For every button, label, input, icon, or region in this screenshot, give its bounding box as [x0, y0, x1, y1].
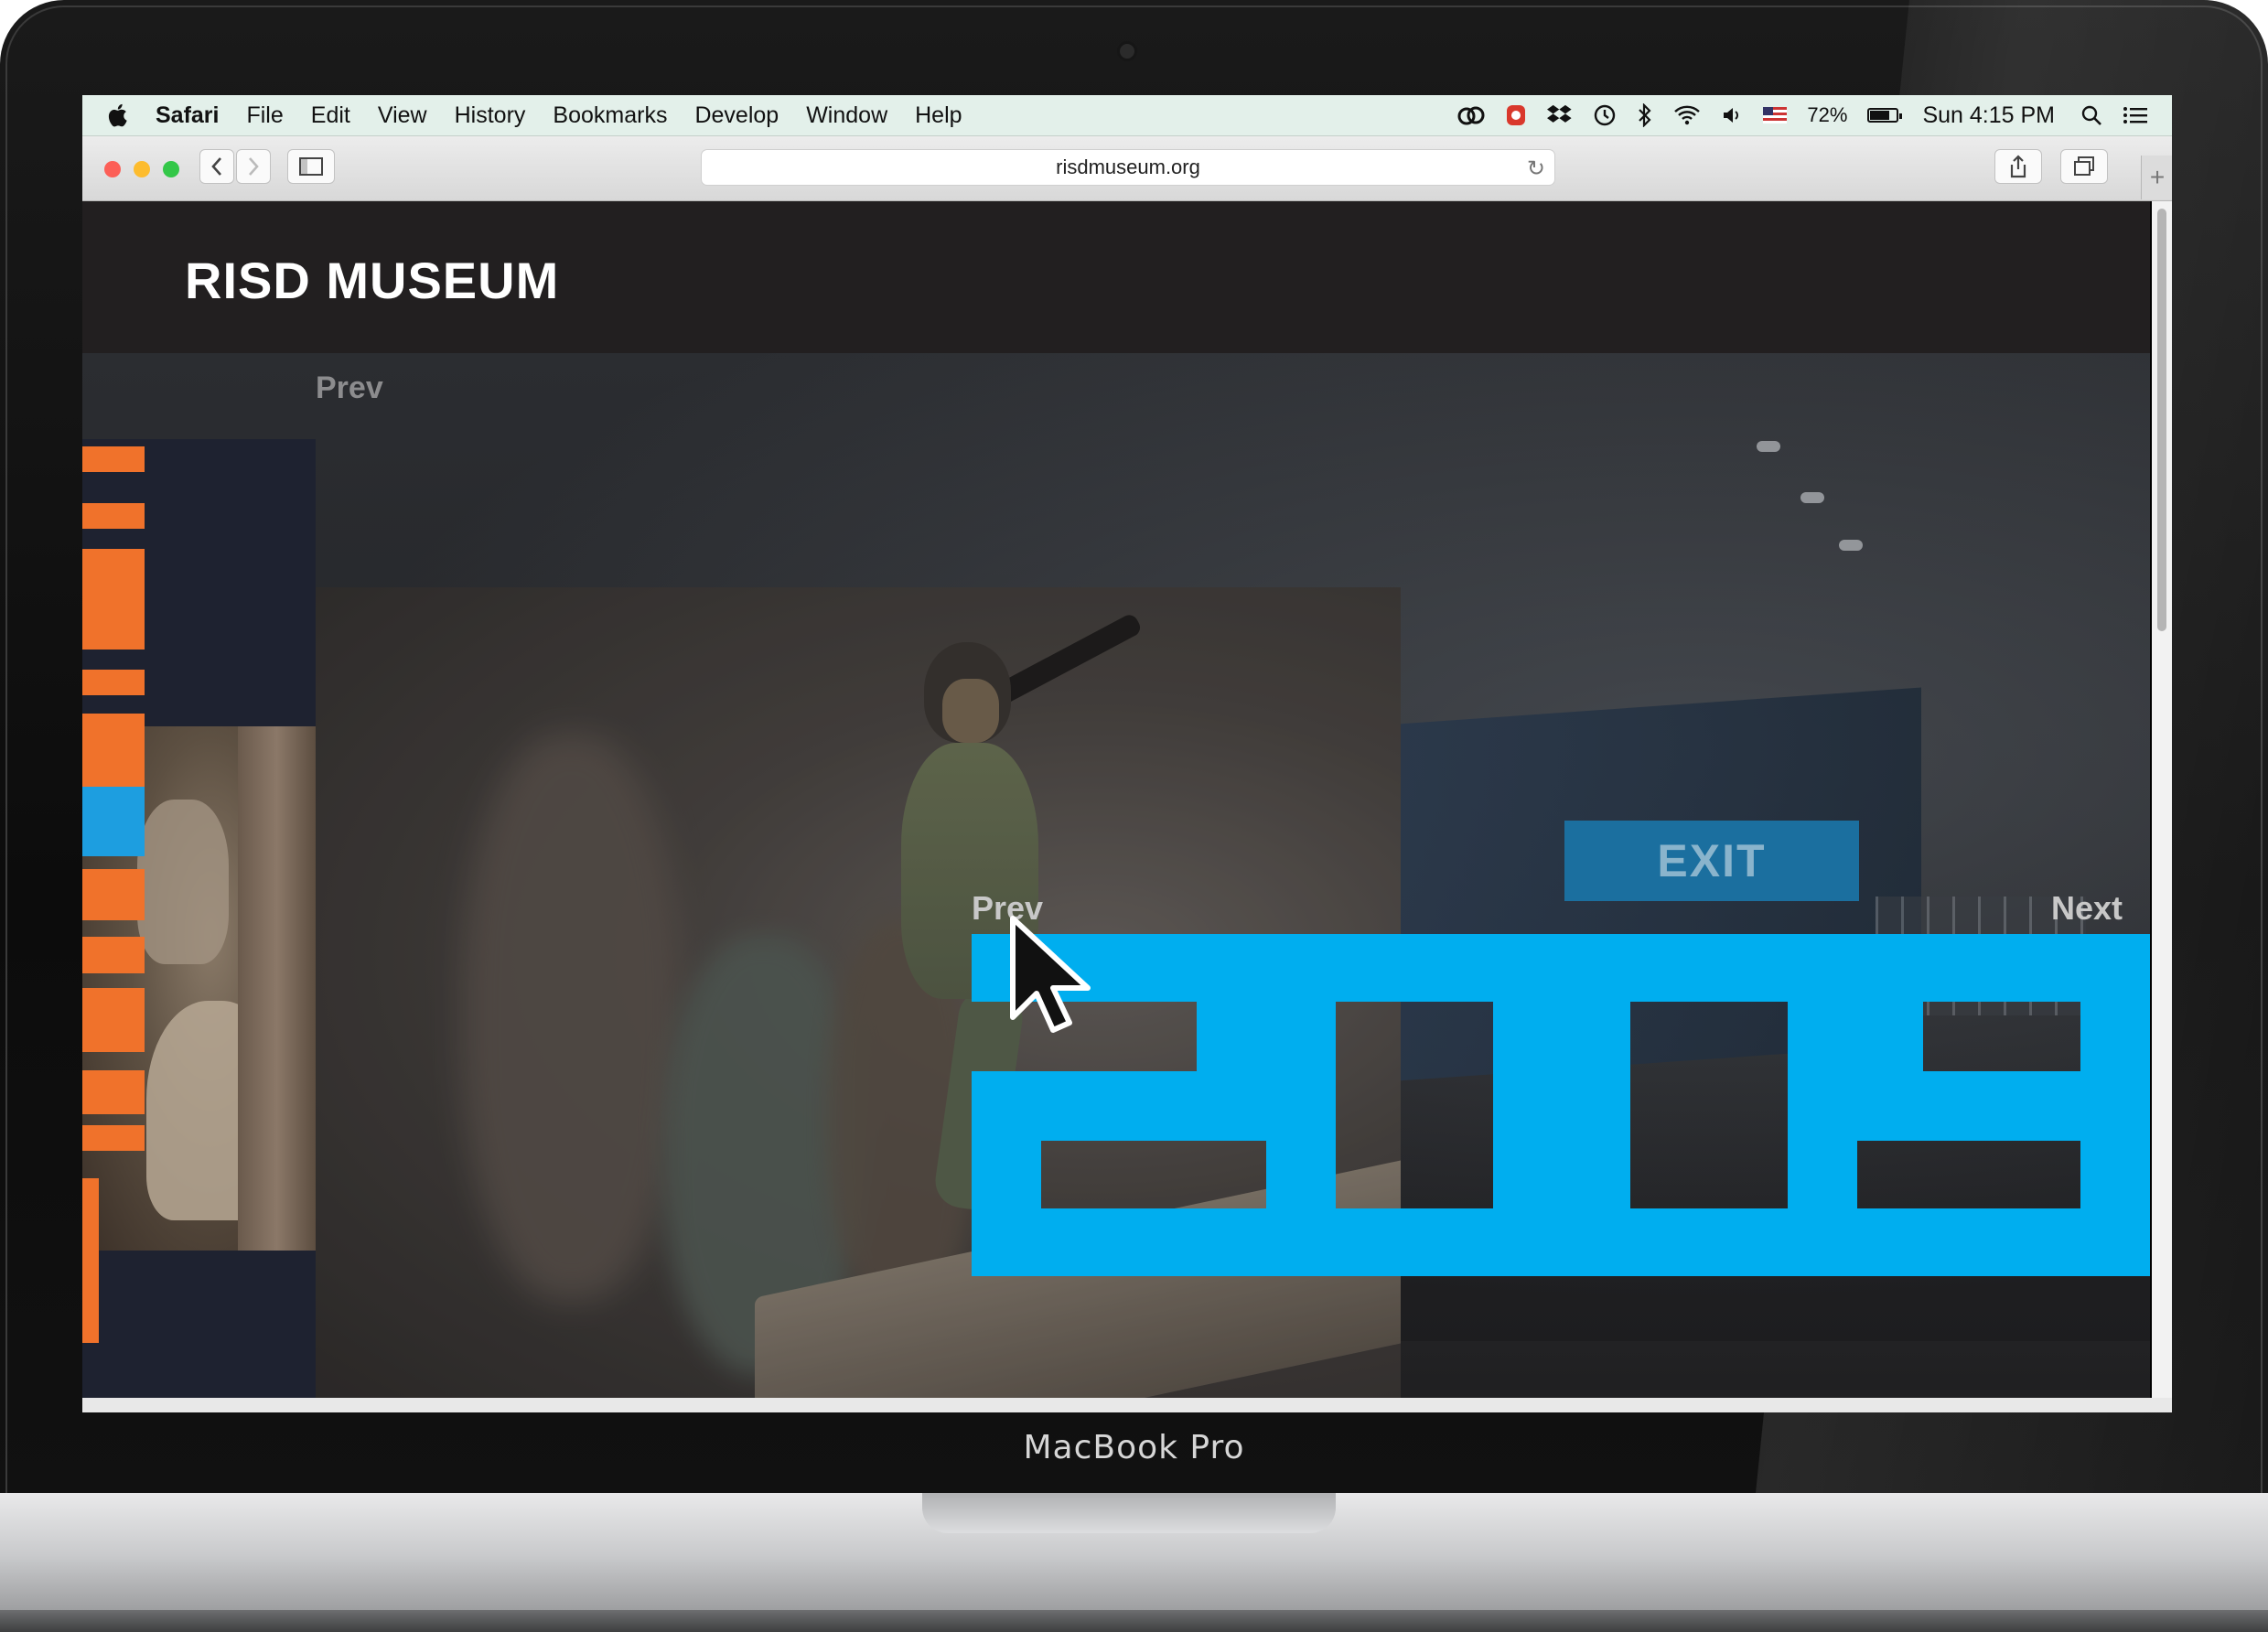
input-source-flag-icon[interactable] — [1763, 107, 1788, 123]
web-page: RISD MUSEUM Prev EXIT Prev Next — [82, 201, 2150, 1398]
screen: Safari File Edit View History Bookmarks … — [82, 95, 2172, 1412]
base-edge — [0, 1610, 2268, 1632]
orange-graphic — [82, 1178, 99, 1343]
reload-icon[interactable]: ↻ — [1527, 156, 1545, 182]
scrollbar-thumb[interactable] — [2157, 209, 2166, 631]
browser-toolbar: risdmuseum.org ↻ — [82, 136, 2172, 201]
tabs-icon — [2074, 156, 2094, 176]
blue-graphic-panel — [972, 934, 2150, 1276]
bluetooth-icon[interactable] — [1637, 103, 1653, 127]
blue-graphic — [82, 787, 145, 856]
page-bottom-edge — [82, 1398, 2172, 1412]
next-link[interactable]: Next — [2051, 889, 2123, 928]
share-button[interactable] — [1994, 149, 2042, 184]
spotlight-search-icon[interactable] — [2080, 104, 2102, 126]
ceiling-light — [1839, 540, 1863, 551]
back-button[interactable] — [199, 149, 234, 184]
orange-graphic — [82, 446, 145, 472]
orange-graphic — [82, 869, 145, 920]
address-bar[interactable]: risdmuseum.org ↻ — [701, 149, 1555, 186]
ceiling-light — [1757, 441, 1780, 452]
camera-icon — [1120, 44, 1134, 59]
battery-percent: 72% — [1807, 103, 1848, 126]
url-text: risdmuseum.org — [1056, 156, 1200, 178]
plus-icon: + — [2149, 163, 2166, 191]
forward-button[interactable] — [236, 149, 271, 184]
menu-view[interactable]: View — [378, 102, 427, 129]
device-label: MacBook Pro — [1023, 1429, 1245, 1466]
ceiling-light — [1800, 492, 1824, 503]
wifi-icon[interactable] — [1673, 104, 1701, 126]
thumb-figure — [137, 800, 229, 964]
menu-app-name[interactable]: Safari — [156, 102, 219, 129]
chevron-left-icon — [211, 157, 221, 176]
time-machine-icon[interactable] — [1593, 103, 1617, 127]
site-header: RISD MUSEUM — [82, 201, 2150, 353]
prev-link-top[interactable]: Prev — [316, 370, 383, 406]
mouse-pointer-icon — [1010, 916, 1091, 1033]
navy-block — [82, 1251, 316, 1398]
lid-notch — [922, 1493, 1336, 1533]
orange-graphic — [82, 670, 145, 695]
sidebar-icon — [299, 157, 323, 176]
exit-button[interactable]: EXIT — [1564, 821, 1859, 901]
tabs-overview-button[interactable] — [2060, 149, 2108, 184]
thumb-post — [238, 726, 316, 1251]
orange-graphic — [82, 714, 145, 787]
volume-icon[interactable] — [1721, 104, 1743, 126]
close-window-button[interactable] — [104, 161, 121, 177]
menu-help[interactable]: Help — [915, 102, 962, 129]
dropbox-icon[interactable] — [1547, 103, 1573, 127]
menu-history[interactable]: History — [455, 102, 526, 129]
orange-graphic — [82, 549, 145, 650]
new-tab-button[interactable]: + — [2141, 156, 2172, 199]
site-logo[interactable]: RISD MUSEUM — [185, 251, 559, 310]
orange-graphic — [82, 1125, 145, 1151]
menu-bookmarks[interactable]: Bookmarks — [553, 102, 667, 129]
share-icon — [2010, 155, 2026, 178]
creative-cloud-icon[interactable] — [1457, 103, 1485, 127]
orange-graphic — [82, 988, 145, 1052]
menu-bar: Safari File Edit View History Bookmarks … — [82, 95, 2172, 136]
clock[interactable]: Sun 4:15 PM — [1922, 102, 2055, 129]
menu-window[interactable]: Window — [806, 102, 887, 129]
blue-graphic-svg — [972, 934, 2150, 1276]
orange-graphic — [82, 503, 145, 529]
battery-icon[interactable] — [1867, 108, 1903, 123]
menu-edit[interactable]: Edit — [311, 102, 350, 129]
minimize-window-button[interactable] — [134, 161, 150, 177]
record-icon[interactable] — [1505, 103, 1527, 127]
sidebar-button[interactable] — [287, 149, 335, 184]
orange-graphic — [82, 1070, 145, 1114]
apple-menu-icon[interactable] — [106, 102, 132, 128]
menu-develop[interactable]: Develop — [694, 102, 779, 129]
orange-graphic — [82, 937, 145, 973]
zoom-window-button[interactable] — [163, 161, 179, 177]
menu-file[interactable]: File — [246, 102, 283, 129]
notification-center-icon[interactable] — [2123, 105, 2148, 125]
chevron-right-icon — [249, 157, 259, 176]
